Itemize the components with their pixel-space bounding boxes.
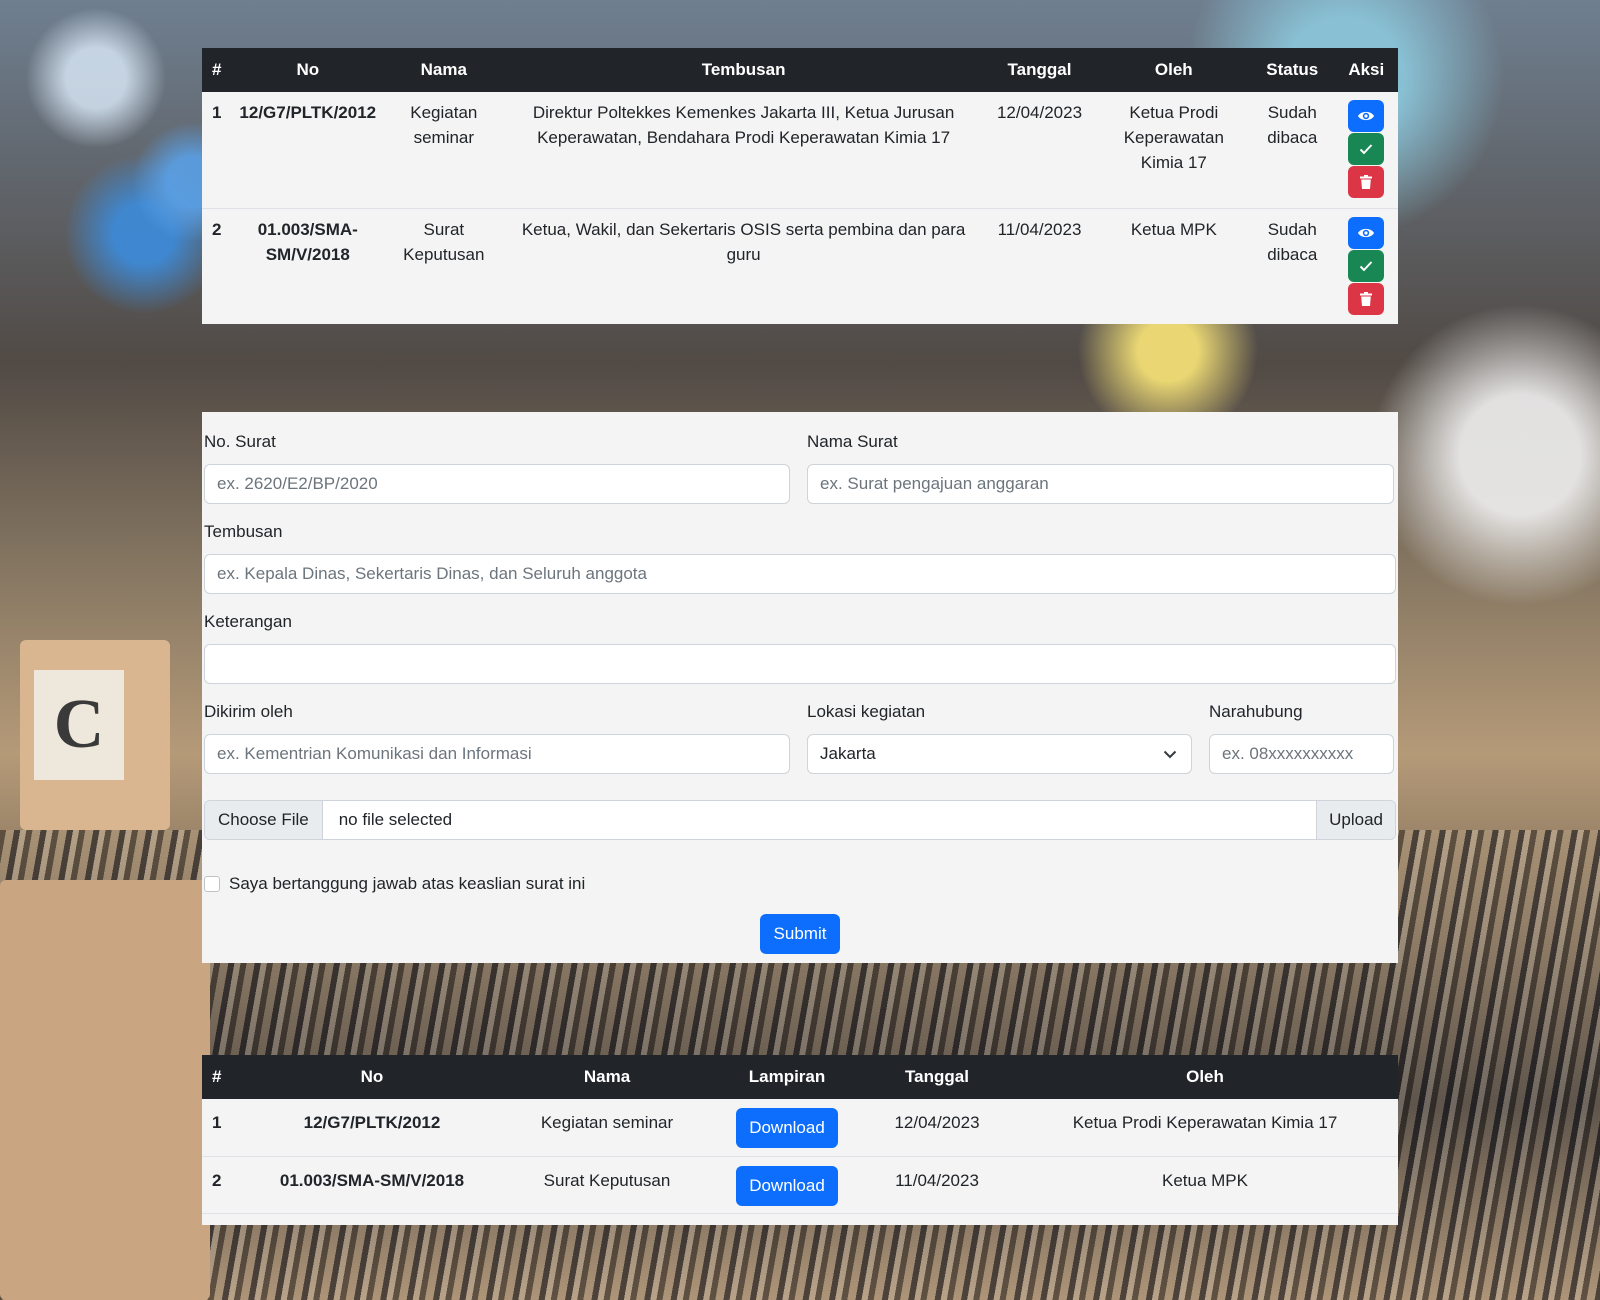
cell-tembusan: Ketua, Wakil, dan Sekertaris OSIS serta … bbox=[521, 219, 966, 264]
file-upload-group: Choose File no file selected Upload bbox=[204, 800, 1396, 840]
lampiran-table: # No Nama Lampiran Tanggal Oleh 1 12/G7/… bbox=[202, 1055, 1398, 1214]
header-index: # bbox=[212, 1067, 222, 1086]
cell-tanggal: 11/04/2023 bbox=[997, 219, 1082, 239]
cell-nama: Kegiatan seminar bbox=[540, 1113, 674, 1132]
background-card-2 bbox=[0, 880, 210, 1300]
cell-no: 12/G7/PLTK/2012 bbox=[239, 103, 377, 122]
cell-tanggal: 11/04/2023 bbox=[895, 1170, 979, 1190]
keterangan-input[interactable] bbox=[204, 644, 1396, 684]
eye-icon bbox=[1358, 111, 1375, 121]
tembusan-label: Tembusan bbox=[204, 522, 283, 541]
cell-tanggal: 12/04/2023 bbox=[996, 103, 1083, 122]
cell-tanggal: 12/04/2023 bbox=[894, 1113, 980, 1132]
cell-lampiran: Download bbox=[712, 1156, 862, 1213]
keterangan-label: Keterangan bbox=[204, 612, 292, 631]
trash-icon bbox=[1360, 175, 1373, 189]
cell-oleh: Ketua Prodi Keperawatan Kimia 17 bbox=[1072, 1113, 1338, 1132]
header-no: No bbox=[296, 60, 320, 79]
header-lampiran: Lampiran bbox=[748, 1067, 826, 1086]
tembusan-input[interactable] bbox=[204, 554, 1396, 594]
cell-tembusan: Direktur Poltekkes Kemenkes Jakarta III,… bbox=[532, 103, 955, 147]
lampiran-table-panel: # No Nama Lampiran Tanggal Oleh 1 12/G7/… bbox=[202, 1055, 1398, 1225]
surat-table-panel: # No Nama Tembusan Tanggal Oleh Status A… bbox=[202, 48, 1398, 324]
lokasi-kegiatan-label: Lokasi kegiatan bbox=[807, 702, 926, 721]
surat-form: No. Surat Nama Surat Tembusan Keterangan… bbox=[202, 412, 1398, 963]
delete-button[interactable] bbox=[1348, 166, 1385, 198]
narahubung-input[interactable] bbox=[1209, 734, 1394, 774]
header-nama: Nama bbox=[420, 60, 467, 79]
action-buttons bbox=[1335, 216, 1398, 316]
download-button[interactable]: Download bbox=[736, 1165, 838, 1206]
header-oleh: Oleh bbox=[1186, 1067, 1224, 1086]
lokasi-kegiatan-value: Jakarta bbox=[820, 744, 876, 763]
surat-table: # No Nama Tembusan Tanggal Oleh Status A… bbox=[202, 48, 1398, 324]
cell-index: 1 bbox=[212, 103, 222, 122]
authenticity-checkbox-label: Saya bertanggung jawab atas keaslian sur… bbox=[229, 874, 586, 893]
file-name: no file selected bbox=[338, 810, 453, 829]
cell-nama: Kegiatan seminar bbox=[410, 103, 478, 147]
cell-lampiran: Download bbox=[712, 1099, 862, 1156]
cell-status: Sudah dibaca bbox=[1267, 219, 1318, 264]
background-card: C bbox=[20, 640, 170, 830]
cell-nama: Surat Keputusan bbox=[403, 219, 485, 264]
check-icon bbox=[1360, 260, 1373, 271]
no-surat-label: No. Surat bbox=[204, 432, 276, 451]
delete-button[interactable] bbox=[1348, 282, 1385, 315]
table-header-row: # No Nama Tembusan Tanggal Oleh Status A… bbox=[202, 48, 1398, 92]
cell-index: 1 bbox=[212, 1113, 222, 1132]
header-status: Status bbox=[1266, 60, 1319, 79]
cell-oleh: Ketua MPK bbox=[1162, 1170, 1248, 1190]
header-aksi: Aksi bbox=[1348, 60, 1385, 79]
cell-oleh: Ketua Prodi Keperawatan Kimia 17 bbox=[1123, 103, 1224, 172]
nama-surat-input[interactable] bbox=[807, 464, 1394, 504]
header-oleh: Oleh bbox=[1154, 60, 1193, 79]
download-button[interactable]: Download bbox=[736, 1108, 838, 1148]
submit-button[interactable]: Submit bbox=[759, 914, 841, 954]
action-buttons bbox=[1335, 100, 1398, 199]
table-row: 1 12/G7/PLTK/2012 Kegiatan seminar Direk… bbox=[202, 92, 1398, 208]
header-tanggal: Tanggal bbox=[905, 1067, 969, 1086]
eye-icon bbox=[1358, 228, 1375, 237]
view-button[interactable] bbox=[1348, 216, 1385, 249]
chevron-down-icon bbox=[1163, 750, 1177, 758]
authenticity-checkbox-row: Saya bertanggung jawab atas keaslian sur… bbox=[204, 874, 1398, 894]
cell-no: 01.003/SMA-SM/V/2018 bbox=[279, 1170, 465, 1190]
header-no: No bbox=[360, 1067, 384, 1086]
approve-button[interactable] bbox=[1348, 133, 1385, 165]
choose-file-button[interactable]: Choose File bbox=[205, 801, 323, 839]
cell-oleh: Ketua MPK bbox=[1130, 219, 1217, 239]
lokasi-kegiatan-select[interactable]: Jakarta bbox=[807, 734, 1192, 774]
table-row: 2 01.003/SMA-SM/V/2018 Surat Keputusan D… bbox=[202, 1156, 1398, 1213]
dikirim-oleh-input[interactable] bbox=[204, 734, 790, 774]
dikirim-oleh-label: Dikirim oleh bbox=[204, 702, 293, 721]
table-header-row: # No Nama Lampiran Tanggal Oleh bbox=[202, 1055, 1398, 1099]
narahubung-label: Narahubung bbox=[1209, 702, 1303, 721]
view-button[interactable] bbox=[1348, 100, 1385, 132]
cell-aksi bbox=[1335, 208, 1398, 324]
cell-status: Sudah dibaca bbox=[1267, 103, 1318, 147]
approve-button[interactable] bbox=[1348, 249, 1385, 282]
nama-surat-label: Nama Surat bbox=[807, 432, 898, 451]
header-tembusan: Tembusan bbox=[701, 60, 786, 79]
trash-icon bbox=[1360, 291, 1373, 306]
no-surat-input[interactable] bbox=[204, 464, 790, 504]
check-icon bbox=[1360, 144, 1373, 155]
cell-aksi bbox=[1335, 92, 1398, 208]
table-row: 1 12/G7/PLTK/2012 Kegiatan seminar Downl… bbox=[202, 1099, 1398, 1156]
header-index: # bbox=[212, 60, 222, 79]
cell-no: 12/G7/PLTK/2012 bbox=[303, 1113, 441, 1132]
upload-button[interactable]: Upload bbox=[1316, 801, 1395, 839]
header-nama: Nama bbox=[583, 1067, 631, 1086]
cell-no: 01.003/SMA-SM/V/2018 bbox=[257, 219, 358, 264]
cell-index: 2 bbox=[212, 219, 222, 239]
header-tanggal: Tanggal bbox=[1007, 60, 1072, 79]
authenticity-checkbox[interactable] bbox=[204, 876, 220, 892]
cell-index: 2 bbox=[212, 1170, 222, 1190]
table-row: 2 01.003/SMA-SM/V/2018 Surat Keputusan K… bbox=[202, 208, 1398, 324]
cell-nama: Surat Keputusan bbox=[543, 1170, 671, 1190]
